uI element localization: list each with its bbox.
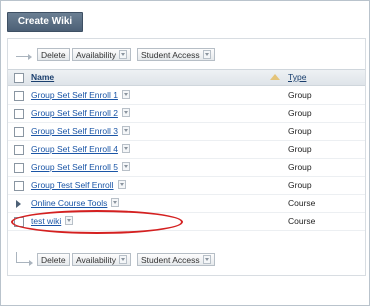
wiki-list-panel: Delete Availability Student Access Name …: [7, 38, 366, 276]
row-checkbox[interactable]: [14, 163, 24, 173]
table-row: Group Set Self Enroll 2 Group: [8, 104, 365, 123]
wiki-type: Group: [288, 162, 312, 172]
create-wiki-button[interactable]: Create Wiki: [7, 12, 83, 32]
action-bar-top: Delete Availability Student Access: [8, 47, 365, 64]
arrow-icon: [16, 252, 33, 266]
wiki-link[interactable]: Online Course Tools: [31, 198, 120, 208]
chevron-down-icon[interactable]: [111, 198, 120, 207]
table-row: Group Set Self Enroll 3 Group: [8, 122, 365, 141]
chevron-down-icon[interactable]: [121, 126, 130, 135]
student-access-button[interactable]: Student Access: [137, 253, 215, 266]
wiki-name[interactable]: Group Set Self Enroll 2: [31, 108, 118, 118]
delete-button[interactable]: Delete: [37, 48, 70, 61]
wiki-type: Group: [288, 180, 312, 190]
row-checkbox[interactable]: [14, 181, 24, 191]
student-access-label: Student Access: [141, 50, 200, 60]
chevron-down-icon[interactable]: [121, 162, 130, 171]
chevron-down-icon[interactable]: [121, 108, 130, 117]
student-access-label: Student Access: [141, 255, 200, 265]
chevron-down-icon[interactable]: [202, 255, 211, 264]
row-checkbox[interactable]: [14, 127, 24, 137]
availability-label: Availability: [76, 50, 117, 60]
chevron-down-icon[interactable]: [117, 180, 126, 189]
availability-button[interactable]: Availability: [72, 253, 132, 266]
table-row-highlighted: Online Course Tools Course: [8, 194, 365, 213]
wiki-link[interactable]: Group Set Self Enroll 5: [31, 162, 130, 172]
wiki-name[interactable]: Group Set Self Enroll 4: [31, 144, 118, 154]
wiki-type: Group: [288, 144, 312, 154]
row-checkbox[interactable]: [14, 91, 24, 101]
wiki-link[interactable]: Group Set Self Enroll 1: [31, 90, 130, 100]
table-row: Group Set Self Enroll 4 Group: [8, 140, 365, 159]
table-row: Group Test Self Enroll Group: [8, 176, 365, 195]
selected-row-arrow-icon: [16, 200, 21, 208]
sort-ascending-icon[interactable]: [270, 74, 280, 80]
chevron-down-icon[interactable]: [121, 144, 130, 153]
select-all-checkbox[interactable]: [14, 73, 24, 83]
table-row: test wiki Course: [8, 212, 365, 231]
wiki-name[interactable]: Group Test Self Enroll: [31, 180, 114, 190]
row-checkbox[interactable]: [14, 145, 24, 155]
wiki-type: Course: [288, 216, 316, 226]
wiki-type: Group: [288, 108, 312, 118]
wiki-link[interactable]: Group Test Self Enroll: [31, 180, 126, 190]
table-row: Group Set Self Enroll 5 Group: [8, 158, 365, 177]
wiki-name[interactable]: Online Course Tools: [31, 198, 107, 208]
row-checkbox[interactable]: [14, 217, 24, 227]
wiki-type: Group: [288, 126, 312, 136]
wiki-list-page: Create Wiki Delete Availability Student …: [0, 0, 370, 306]
chevron-down-icon[interactable]: [65, 216, 74, 225]
student-access-button[interactable]: Student Access: [137, 48, 215, 61]
table-header: Name Type: [8, 69, 365, 86]
arrow-icon: [16, 48, 32, 60]
wiki-name[interactable]: Group Set Self Enroll 1: [31, 90, 118, 100]
wiki-name[interactable]: Group Set Self Enroll 5: [31, 162, 118, 172]
availability-label: Availability: [76, 255, 117, 265]
chevron-down-icon[interactable]: [202, 50, 211, 59]
wiki-name[interactable]: test wiki: [31, 216, 61, 226]
wiki-type: Course: [288, 198, 316, 208]
availability-button[interactable]: Availability: [72, 48, 132, 61]
action-bar-bottom: Delete Availability Student Access: [8, 252, 365, 269]
wiki-link[interactable]: Group Set Self Enroll 3: [31, 126, 130, 136]
table-row: Group Set Self Enroll 1 Group: [8, 86, 365, 105]
wiki-type: Group: [288, 90, 312, 100]
row-checkbox[interactable]: [14, 109, 24, 119]
wiki-link[interactable]: Group Set Self Enroll 2: [31, 108, 130, 118]
chevron-down-icon[interactable]: [119, 255, 128, 264]
delete-button[interactable]: Delete: [37, 253, 70, 266]
wiki-link[interactable]: test wiki: [31, 216, 74, 226]
wiki-name[interactable]: Group Set Self Enroll 3: [31, 126, 118, 136]
chevron-down-icon[interactable]: [121, 90, 130, 99]
wiki-link[interactable]: Group Set Self Enroll 4: [31, 144, 130, 154]
column-header-name[interactable]: Name: [31, 72, 54, 82]
chevron-down-icon[interactable]: [119, 50, 128, 59]
column-header-type[interactable]: Type: [288, 72, 306, 82]
